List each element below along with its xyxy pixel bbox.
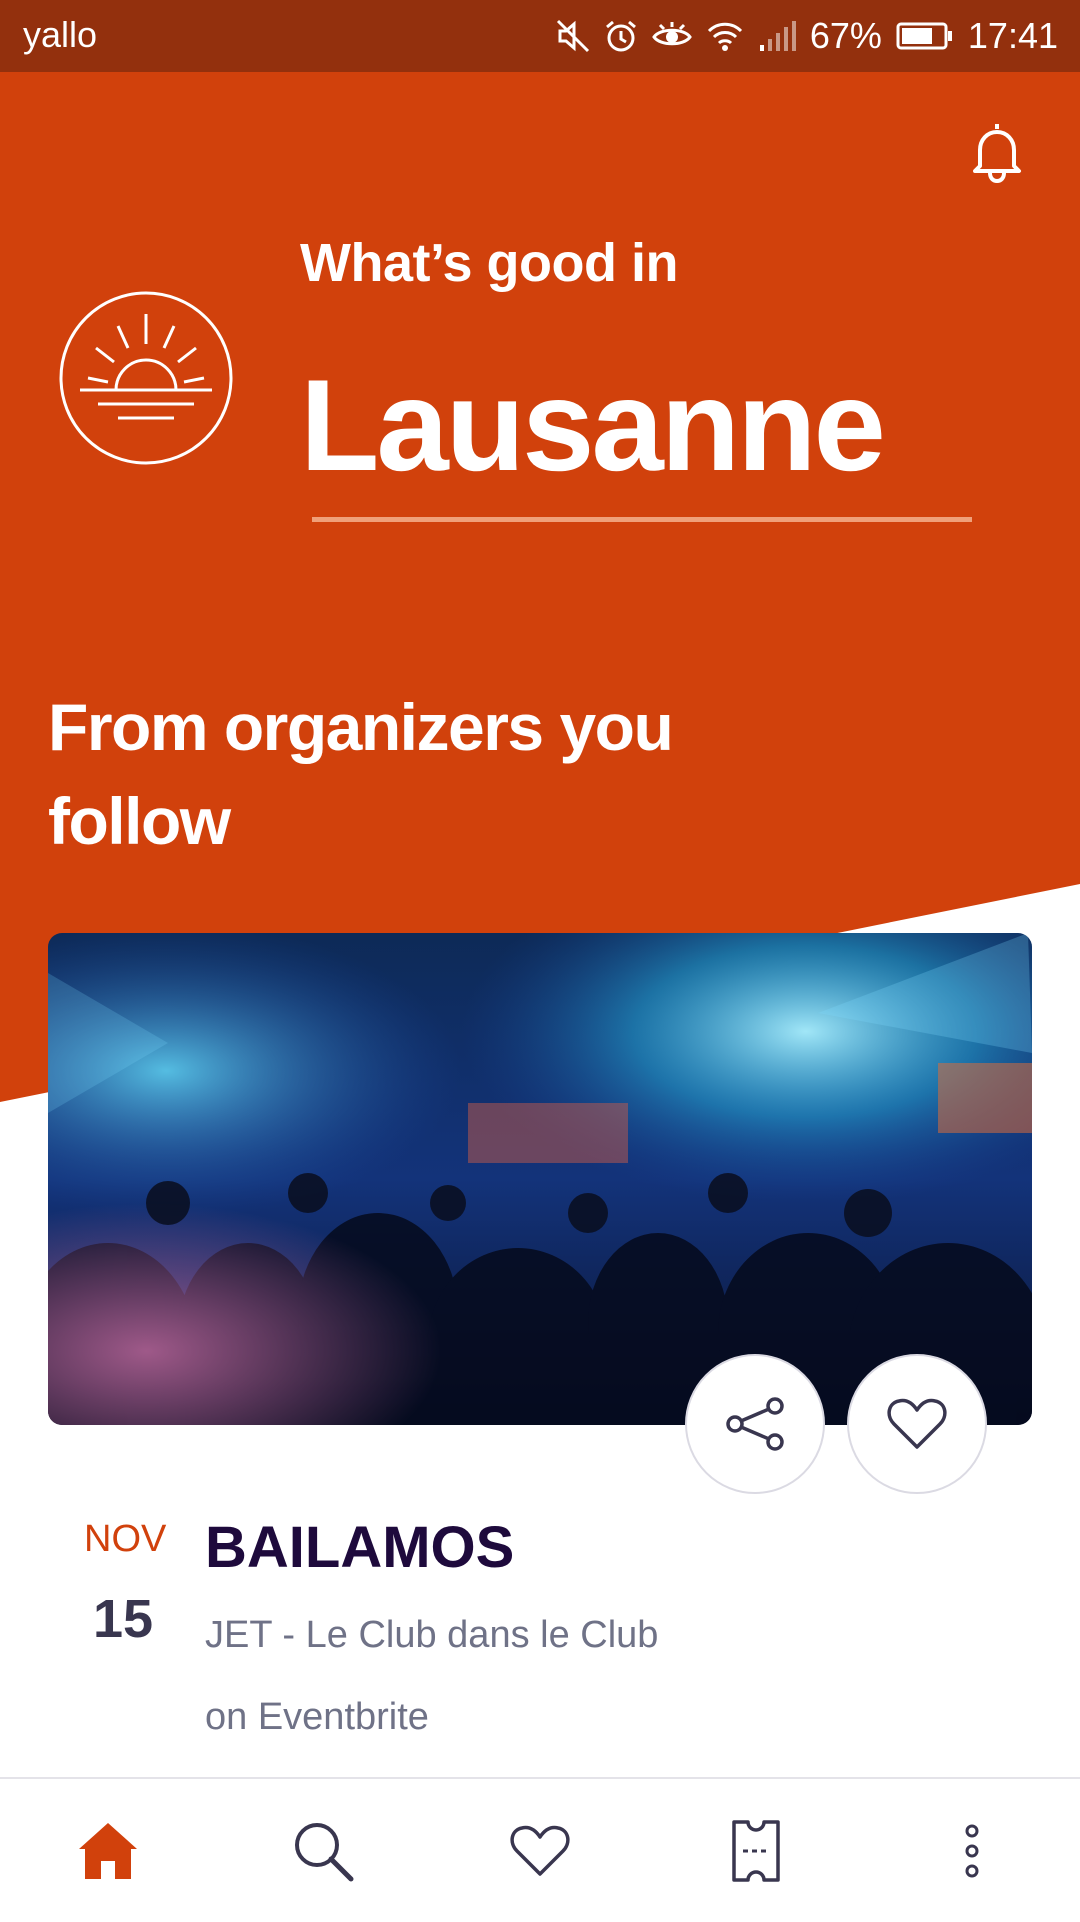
status-icons: 67% 17:41 xyxy=(556,10,1058,62)
signal-icon xyxy=(759,21,796,51)
city-selector[interactable]: Lausanne xyxy=(300,360,886,490)
event-day: 15 xyxy=(93,1589,154,1649)
battery-percent: 67% xyxy=(809,15,882,56)
more-icon xyxy=(965,1824,979,1878)
nav-more[interactable] xyxy=(932,1811,1012,1891)
share-icon xyxy=(726,1397,784,1451)
ticket-icon xyxy=(732,1820,780,1882)
status-bar: yallo 67% 17:41 xyxy=(0,0,1080,72)
nav-home[interactable] xyxy=(68,1811,148,1891)
bell-icon[interactable] xyxy=(970,120,1024,184)
wifi-icon xyxy=(707,22,742,51)
bottom-nav xyxy=(0,1777,1080,1922)
mute-icon xyxy=(556,19,589,53)
section-title: From organizers you follow xyxy=(48,690,674,858)
clock: 17:41 xyxy=(967,15,1058,56)
header-subtitle: What’s good in xyxy=(300,233,678,293)
battery-icon xyxy=(896,22,952,50)
nav-likes[interactable] xyxy=(500,1811,580,1891)
sunrise-icon xyxy=(58,290,234,466)
eye-icon xyxy=(652,22,692,46)
home-icon xyxy=(79,1823,137,1879)
heart-icon xyxy=(510,1825,570,1876)
event-source: on Eventbrite xyxy=(205,1696,429,1738)
carrier-name: yallo xyxy=(23,14,98,55)
alarm-icon xyxy=(605,20,636,52)
city-underline xyxy=(312,517,972,522)
event-month: NOV xyxy=(84,1518,167,1560)
nav-search[interactable] xyxy=(283,1811,363,1891)
heart-icon xyxy=(887,1398,947,1449)
event-image[interactable] xyxy=(48,933,1032,1425)
like-button[interactable] xyxy=(847,1354,987,1494)
share-button[interactable] xyxy=(685,1354,825,1494)
nav-tickets[interactable] xyxy=(716,1811,796,1891)
search-icon xyxy=(295,1823,354,1882)
event-title[interactable]: BAILAMOS xyxy=(205,1514,514,1581)
event-venue: JET - Le Club dans le Club xyxy=(205,1614,659,1656)
